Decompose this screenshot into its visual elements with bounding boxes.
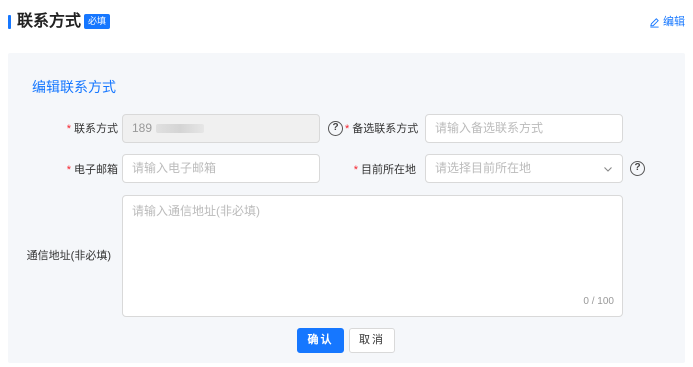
email-label-text: 电子邮箱 [74, 164, 118, 176]
address-label: 通信地址(非必填) [26, 250, 111, 262]
alt-contact-placeholder: 请输入备选联系方式 [435, 121, 544, 135]
section-header: 联系方式 必填 编辑 [0, 0, 693, 44]
masked-number [156, 124, 205, 134]
alt-contact-label: * 备选联系方式 [345, 122, 418, 136]
email-input[interactable]: 请输入电子邮箱 [122, 154, 320, 183]
email-label: * 电子邮箱 [67, 163, 118, 177]
char-counter: 0 / 100 [583, 296, 614, 307]
address-placeholder: 请输入通信地址(非必填) [132, 204, 260, 218]
location-label: * 目前所在地 [354, 163, 416, 177]
contact-label: * 联系方式 [67, 122, 118, 136]
email-placeholder: 请输入电子邮箱 [132, 161, 217, 175]
address-textarea[interactable]: 请输入通信地址(非必填) 0 / 100 [122, 195, 623, 317]
location-label-text: 目前所在地 [361, 164, 416, 176]
question-circle-icon[interactable]: ? [328, 121, 343, 136]
alt-contact-label-text: 备选联系方式 [352, 123, 419, 135]
page-title: 联系方式 [17, 13, 82, 30]
question-circle-icon[interactable]: ? [630, 161, 645, 176]
required-mark: * [353, 164, 358, 176]
accent-bar [8, 15, 11, 29]
contact-value: 189 [132, 121, 153, 135]
alt-contact-input[interactable]: 请输入备选联系方式 [425, 114, 623, 143]
panel-title: 编辑联系方式 [32, 79, 116, 95]
chevron-down-icon [604, 167, 612, 172]
contact-field[interactable]: 189 [122, 114, 320, 143]
required-mark: * [345, 123, 350, 135]
contact-label-text: 联系方式 [74, 123, 118, 135]
required-mark: * [66, 164, 71, 176]
location-select[interactable]: 请选择目前所在地 [425, 154, 623, 183]
confirm-button[interactable]: 确认 [297, 328, 344, 353]
cancel-button[interactable]: 取消 [349, 328, 395, 353]
pencil-icon [650, 17, 659, 28]
edit-label: 编辑 [663, 16, 685, 28]
edit-contact-panel: 编辑联系方式 * 联系方式 189 ? * 备选联系方式 请输入备选联系方式 * 电子… [8, 53, 685, 363]
required-mark: * [66, 123, 71, 135]
required-badge: 必填 [84, 14, 111, 29]
edit-button[interactable]: 编辑 [649, 14, 685, 30]
location-placeholder: 请选择目前所在地 [435, 161, 532, 175]
